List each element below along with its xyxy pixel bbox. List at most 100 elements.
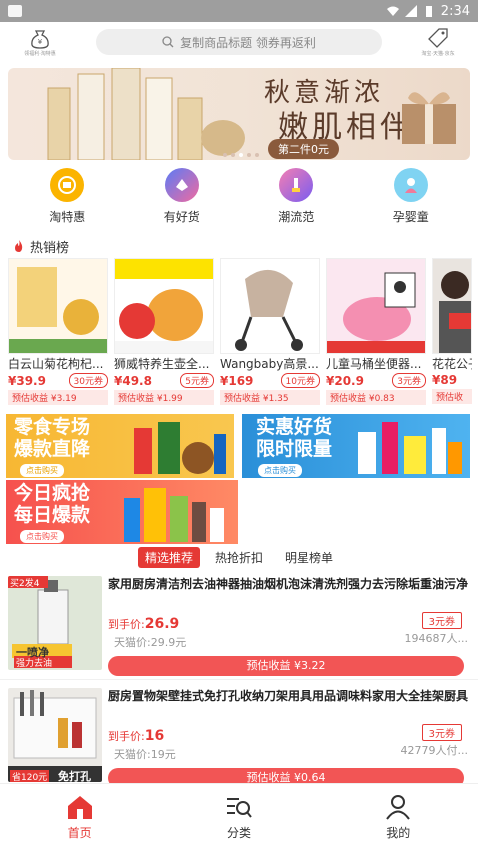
hot-item-image	[114, 258, 214, 354]
banner-offer-pill: 第二件0元	[268, 139, 339, 159]
hot-item-name: Wangbaby高景...	[220, 357, 319, 371]
banner-pagination	[223, 153, 259, 157]
home-icon	[67, 796, 92, 819]
nav-home-label: 首页	[67, 826, 92, 840]
product-coupon[interactable]: 3元券	[421, 724, 462, 741]
product-card[interactable]: 省120元 免打孔 厨房置物架壁挂式免打孔收纳刀架用具用品调味料家用大全挂架厨具…	[0, 680, 478, 792]
groceries-image	[124, 488, 224, 542]
hot-item-price: ¥49.8	[114, 373, 152, 388]
product-title: 家用厨房清洁剂去油神器抽油烟机泡沫清洗剂强力去污除垢重油污净	[108, 577, 469, 591]
category-row: 淘特惠 有好货 潮流范 孕婴童	[0, 160, 478, 230]
hot-item-earn: 预估收	[432, 389, 472, 404]
search-input[interactable]: 复制商品标题 领券再返利	[96, 29, 382, 55]
hot-item[interactable]: Wangbaby高景... ¥169 10元券 预估收益 ¥1.35	[220, 258, 320, 410]
product-coupon[interactable]: 3元券	[421, 612, 462, 629]
product-card[interactable]: 买2发4 一喷净 强力去油 家用厨房清洁剂去油神器抽油烟机泡沫清洗剂强力去污除垢…	[0, 568, 478, 680]
nav-home[interactable]: 首页	[30, 794, 130, 841]
promo-flash-button[interactable]: 点击购买	[20, 530, 64, 543]
hot-item[interactable]: 狮威特养生壶全... ¥49.8 5元券 预估收益 ¥1.99	[114, 258, 214, 410]
profile-icon	[386, 795, 411, 820]
tag-button[interactable]: 淘宝·天猫·京东	[416, 24, 460, 60]
category-label: 潮流范	[278, 210, 315, 224]
product-badge: 买2发4	[10, 579, 40, 589]
product-sold-count: 194687人...	[404, 632, 468, 645]
top-bar: ¥ 领福利·淘特惠 复制商品标题 领券再返利 淘宝·天猫·京东	[0, 22, 478, 62]
money-bag-button[interactable]: ¥ 领福利·淘特惠	[18, 24, 62, 60]
promo-deal-button[interactable]: 点击购买	[258, 464, 302, 477]
money-bag-caption: 领福利·淘特惠	[24, 51, 56, 57]
hot-item-price: ¥169	[220, 373, 254, 388]
banner-dot	[223, 153, 227, 157]
feed-tabs: 精选推荐 热抢折扣 明星榜单	[0, 546, 478, 568]
hot-item-coupon: 10元券	[280, 373, 320, 388]
hot-item[interactable]: 花花公子... ¥89 预估收	[432, 258, 472, 410]
hot-item-name: 儿童马桶坐便器...	[326, 357, 422, 371]
product-image: 省120元 免打孔	[8, 688, 102, 782]
notification-icon	[8, 5, 22, 17]
promo-snack-button[interactable]: 点击购买	[20, 464, 64, 477]
promo-deal-title: 实惠好货	[256, 416, 333, 438]
snack-products-image	[134, 422, 226, 474]
hot-section-title: 热销榜	[30, 240, 70, 256]
banner-dot	[247, 153, 251, 157]
final-price-value: 26.9	[144, 616, 180, 632]
product-image-subtext: 强力去油	[16, 659, 53, 669]
banner-dot	[255, 153, 259, 157]
product-earn-button[interactable]: 预估收益 ¥3.22	[108, 656, 464, 676]
tab-featured[interactable]: 精选推荐	[137, 546, 200, 568]
hot-item-earn: 预估收益 ¥1.35	[220, 390, 320, 405]
product-image: 买2发4 一喷净 强力去油	[8, 576, 102, 670]
search-placeholder: 复制商品标题 领券再返利	[180, 35, 316, 50]
promo-deal[interactable]: 实惠好货 限时限量 点击购买	[242, 414, 470, 478]
final-price-label: 到手价:	[108, 730, 145, 743]
promo-flash-subtitle: 每日爆款	[14, 504, 91, 526]
price-tag-icon	[428, 28, 448, 48]
category-youhaohuo[interactable]: 有好货	[137, 168, 227, 230]
product-title: 厨房置物架壁挂式免打孔收纳刀架用具用品调味料家用大全挂架厨具	[108, 689, 469, 703]
skincare-bottles-image	[47, 68, 245, 160]
promo-snack[interactable]: 零食专场 爆款直降 点击购买	[6, 414, 234, 478]
status-time: 2:34	[440, 3, 470, 19]
product-image-text: 免打孔	[58, 770, 91, 782]
banner-dot-active	[239, 153, 243, 157]
hot-item[interactable]: 白云山菊花枸杞... ¥39.9 30元券 预估收益 ¥3.19	[8, 258, 108, 410]
nav-profile[interactable]: 我的	[348, 794, 448, 841]
hot-item-image	[326, 258, 426, 354]
hot-section-header: 热销榜	[0, 234, 478, 258]
promo-snack-title: 零食专场	[14, 416, 91, 438]
promo-flash-title: 今日疯抢	[14, 482, 91, 504]
hot-item-coupon: 30元券	[68, 373, 108, 388]
hot-item-coupon: 5元券	[180, 373, 214, 388]
tab-hot-discount[interactable]: 热抢折扣	[208, 547, 270, 568]
mother-baby-icon	[393, 168, 428, 202]
hot-item-name: 花花公子...	[432, 357, 472, 371]
fire-icon	[15, 240, 23, 252]
household-products-image	[358, 422, 462, 474]
category-taotehui[interactable]: 淘特惠	[22, 168, 112, 230]
promo-snack-subtitle: 爆款直降	[14, 438, 91, 460]
category-label: 有好货	[163, 210, 200, 224]
hot-item-price: ¥89	[432, 373, 458, 387]
promo-flash[interactable]: 今日疯抢 每日爆款 点击购买	[6, 480, 238, 544]
tab-celebrity-list[interactable]: 明星榜单	[278, 547, 340, 568]
hot-item-name: 白云山菊花枸杞...	[8, 357, 104, 371]
battery-icon	[425, 6, 432, 17]
promo-banner[interactable]: 秋意渐浓 嫩肌相伴 第二件0元	[8, 68, 470, 160]
search-icon	[162, 36, 174, 48]
hot-list: 白云山菊花枸杞... ¥39.9 30元券 预估收益 ¥3.19 狮威特养生壶全.…	[0, 258, 478, 410]
final-price-value: 16	[144, 728, 165, 744]
hot-item[interactable]: 儿童马桶坐便器... ¥20.9 3元券 预估收益 ¥0.83	[326, 258, 426, 410]
hot-item-name: 狮威特养生壶全...	[114, 357, 210, 371]
product-sold-count: 42779人付...	[400, 744, 468, 757]
hot-item-image	[432, 258, 472, 354]
gift-box-image	[402, 92, 456, 144]
category-chaoliufan[interactable]: 潮流范	[251, 168, 341, 230]
category-label: 孕婴童	[392, 210, 429, 224]
banner-dot	[231, 153, 235, 157]
category-yunyingtong[interactable]: 孕婴童	[366, 168, 456, 230]
money-bag-icon: ¥	[31, 30, 49, 49]
nav-category[interactable]: 分类	[189, 794, 289, 841]
hot-item-image	[8, 258, 108, 354]
hot-item-image	[220, 258, 320, 354]
hot-item-earn: 预估收益 ¥3.19	[8, 390, 108, 405]
